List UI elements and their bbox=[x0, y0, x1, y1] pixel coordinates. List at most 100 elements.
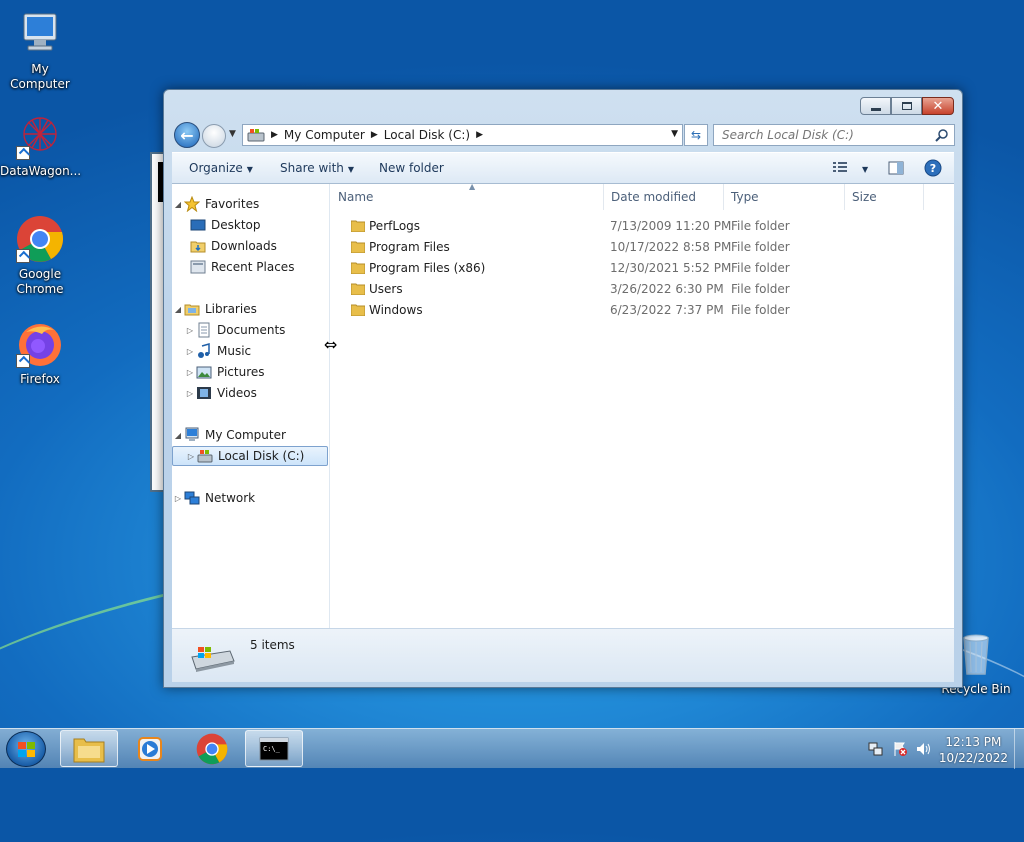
file-date: 6/23/2022 7:37 PM bbox=[610, 303, 724, 317]
nav-recent-places[interactable]: Recent Places bbox=[172, 257, 328, 277]
file-type: File folder bbox=[731, 240, 790, 254]
show-desktop-button[interactable] bbox=[1014, 729, 1024, 769]
file-row[interactable]: Program Files 10/17/2022 8:58 PM File fo… bbox=[331, 237, 931, 258]
collapse-arrow-icon[interactable]: ◢ bbox=[172, 200, 184, 209]
view-options-dropdown[interactable]: ▼ bbox=[858, 161, 868, 175]
address-bar[interactable]: ▶ My Computer ▶ Local Disk (C:) ▶ ▼ bbox=[242, 124, 683, 146]
maximize-icon bbox=[901, 102, 912, 110]
computer-icon bbox=[16, 10, 64, 58]
desktop-icon-chrome[interactable]: Google Chrome bbox=[0, 215, 80, 297]
nav-pictures[interactable]: ▷ Pictures bbox=[172, 362, 328, 382]
breadcrumb-my-computer[interactable]: My Computer bbox=[284, 128, 365, 142]
view-list-icon bbox=[833, 162, 847, 172]
nav-documents[interactable]: ▷ Documents bbox=[172, 320, 328, 340]
column-header-name[interactable]: Name ▲ bbox=[331, 182, 604, 210]
nav-label: Favorites bbox=[205, 197, 260, 211]
nav-desktop[interactable]: Desktop bbox=[172, 215, 328, 235]
taskbar-clock[interactable]: 12:13 PM 10/22/2022 bbox=[939, 734, 1008, 766]
network-icon bbox=[184, 490, 200, 506]
expand-arrow-icon[interactable]: ▷ bbox=[172, 494, 184, 503]
search-box[interactable] bbox=[713, 124, 955, 146]
taskbar-explorer-button[interactable] bbox=[60, 730, 118, 767]
taskbar-media-player-button[interactable] bbox=[121, 730, 179, 767]
explorer-window[interactable]: ✕ ← ▼ ▶ My Computer ▶ Local Disk (C:) ▶ … bbox=[163, 89, 963, 688]
command-prompt-icon: C:\_ bbox=[259, 737, 289, 760]
nav-favorites[interactable]: ◢ Favorites bbox=[172, 194, 328, 214]
share-with-button[interactable]: Share with ▼ bbox=[280, 161, 354, 175]
column-header-date-modified[interactable]: Date modified bbox=[604, 184, 724, 210]
expand-arrow-icon[interactable]: ▷ bbox=[185, 452, 197, 461]
minimize-button[interactable] bbox=[860, 97, 891, 115]
forward-button[interactable] bbox=[202, 124, 226, 148]
desktop-icon-label: My Computer bbox=[10, 62, 70, 91]
downloads-folder-icon bbox=[190, 238, 206, 254]
file-date: 3/26/2022 6:30 PM bbox=[610, 282, 724, 296]
back-button[interactable]: ← bbox=[174, 122, 200, 148]
network-status-icon[interactable] bbox=[868, 741, 884, 757]
nav-music[interactable]: ▷ Music bbox=[172, 341, 328, 361]
star-icon bbox=[183, 195, 201, 213]
breadcrumb-separator[interactable]: ▶ bbox=[476, 130, 483, 140]
file-row[interactable]: Users 3/26/2022 6:30 PM File folder bbox=[331, 279, 931, 300]
file-name: PerfLogs bbox=[369, 219, 421, 233]
desktop-icon-my-computer[interactable]: My Computer bbox=[0, 10, 80, 92]
breadcrumb-separator[interactable]: ▶ bbox=[271, 130, 278, 140]
nav-label: Music bbox=[217, 344, 252, 358]
expand-arrow-icon[interactable]: ▷ bbox=[184, 326, 196, 335]
start-button[interactable] bbox=[6, 731, 46, 767]
expand-arrow-icon[interactable]: ▷ bbox=[184, 347, 196, 356]
nav-network[interactable]: ▷ Network bbox=[172, 488, 328, 508]
file-type: File folder bbox=[731, 261, 790, 275]
file-date: 7/13/2009 11:20 PM bbox=[610, 219, 732, 233]
nav-label: Network bbox=[205, 491, 256, 505]
drive-icon bbox=[247, 129, 265, 142]
explorer-icon bbox=[73, 738, 105, 762]
maximize-button[interactable] bbox=[891, 97, 922, 115]
action-center-flag-icon[interactable] bbox=[892, 741, 908, 757]
taskbar-chrome-button[interactable] bbox=[183, 730, 241, 767]
new-folder-button[interactable]: New folder bbox=[379, 161, 444, 175]
breadcrumb-separator[interactable]: ▶ bbox=[371, 130, 378, 140]
svg-text:?: ? bbox=[930, 162, 936, 175]
nav-my-computer[interactable]: ◢ My Computer bbox=[172, 425, 328, 445]
search-input[interactable] bbox=[720, 127, 920, 143]
folder-icon bbox=[351, 304, 365, 316]
preview-pane-button[interactable] bbox=[888, 160, 904, 179]
close-button[interactable]: ✕ bbox=[922, 97, 954, 115]
nav-downloads[interactable]: Downloads bbox=[172, 236, 328, 256]
file-row[interactable]: PerfLogs 7/13/2009 11:20 PM File folder bbox=[331, 216, 931, 237]
libraries-icon bbox=[184, 301, 200, 317]
collapse-arrow-icon[interactable]: ◢ bbox=[172, 431, 184, 440]
breadcrumb-local-disk[interactable]: Local Disk (C:) bbox=[384, 128, 470, 142]
desktop-icon-firefox[interactable]: Firefox bbox=[0, 320, 80, 387]
desktop-icon-datawagon[interactable]: DataWagon... bbox=[0, 112, 81, 179]
recent-pages-dropdown[interactable]: ▼ bbox=[229, 129, 239, 141]
expand-arrow-icon[interactable]: ▷ bbox=[184, 368, 196, 377]
share-with-label: Share with bbox=[280, 161, 344, 175]
column-header-size[interactable]: Size bbox=[845, 184, 924, 210]
videos-icon bbox=[196, 385, 212, 401]
file-list: Name ▲ Date modified Type Size PerfLogs 7… bbox=[331, 182, 954, 628]
column-header-type[interactable]: Type bbox=[724, 184, 845, 210]
volume-icon[interactable] bbox=[916, 741, 932, 757]
documents-icon bbox=[196, 322, 212, 338]
nav-videos[interactable]: ▷ Videos bbox=[172, 383, 328, 403]
change-view-button[interactable] bbox=[832, 160, 848, 177]
file-row[interactable]: Program Files (x86) 12/30/2021 5:52 PM F… bbox=[331, 258, 931, 279]
command-bar: Organize ▼ Share with ▼ New folder ▼ ? bbox=[172, 152, 954, 184]
collapse-arrow-icon[interactable]: ◢ bbox=[172, 305, 184, 314]
firefox-icon bbox=[16, 320, 64, 368]
shortcut-arrow-icon bbox=[16, 249, 30, 263]
expand-arrow-icon[interactable]: ▷ bbox=[184, 389, 196, 398]
taskbar-cmd-button[interactable]: C:\_ bbox=[245, 730, 303, 767]
desktop-icon-label: Google Chrome bbox=[16, 267, 64, 296]
preview-pane-icon bbox=[888, 161, 904, 175]
nav-local-disk[interactable]: ▷ Local Disk (C:) bbox=[172, 446, 328, 466]
address-dropdown-button[interactable]: ▼ bbox=[671, 129, 678, 139]
file-row[interactable]: Windows 6/23/2022 7:37 PM File folder bbox=[331, 300, 931, 321]
help-button[interactable]: ? bbox=[924, 159, 942, 180]
search-icon[interactable] bbox=[935, 128, 949, 142]
refresh-button[interactable]: ⇆ bbox=[684, 124, 708, 146]
organize-button[interactable]: Organize ▼ bbox=[189, 161, 253, 175]
nav-libraries[interactable]: ◢ Libraries bbox=[172, 299, 328, 319]
